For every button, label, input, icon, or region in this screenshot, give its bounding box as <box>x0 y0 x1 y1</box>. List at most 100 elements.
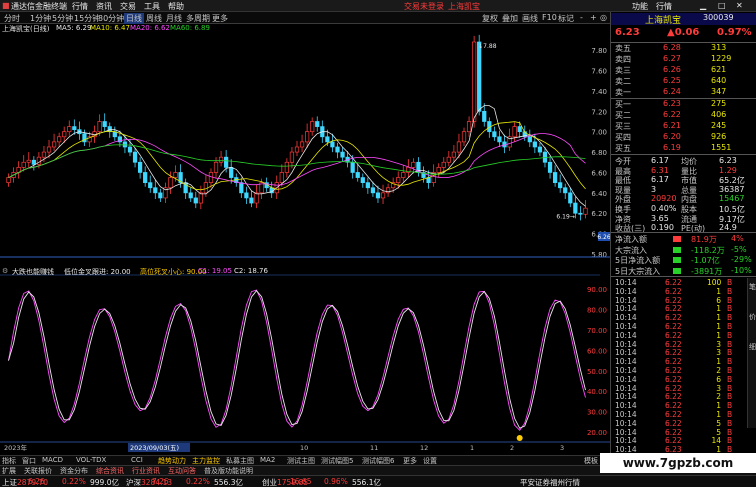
trade-login-status[interactable]: 交易未登录 <box>404 1 444 12</box>
flow-label: 5日大宗流入 <box>615 266 661 276</box>
close-icon[interactable]: ✕ <box>736 1 743 10</box>
menu-bangzhu[interactable]: 帮助 <box>168 1 184 12</box>
index-quote[interactable]: 0.22% <box>62 477 86 486</box>
menu-gongju[interactable]: 工具 <box>144 1 160 12</box>
candle-body <box>57 136 62 143</box>
bid-row[interactable]: 买一 6.23 275 <box>611 99 756 110</box>
tick-volume: 6 <box>716 295 721 305</box>
tick-row[interactable]: 10:14 6.22 1 B <box>611 313 756 322</box>
tick-side: B <box>727 348 733 358</box>
tick-row[interactable]: 10:14 6.22 1 B <box>611 331 756 340</box>
menu-zixun[interactable]: 资讯 <box>96 1 112 12</box>
period-week[interactable]: 周线 <box>146 13 162 24</box>
tick-volume: 5 <box>716 418 721 428</box>
stat-value: 1.29 <box>719 165 737 175</box>
index-quote[interactable]: 6.26 <box>28 477 45 486</box>
tick-row[interactable]: 10:14 6.22 2 B <box>611 392 756 401</box>
indicator-gear-icon[interactable]: ⚙ <box>2 267 8 275</box>
toolbar-biaoji[interactable]: 标记 <box>558 13 574 24</box>
quote-change: ▲0.06 <box>667 27 700 38</box>
tick-row[interactable]: 10:14 6.22 1 B <box>611 401 756 410</box>
period-day[interactable]: 日线 <box>124 13 144 24</box>
tick-row[interactable]: 10:14 6.22 100 B <box>611 278 756 287</box>
bid-row[interactable]: 买二 6.22 406 <box>611 110 756 121</box>
indicator-tab[interactable]: VOL-TDX <box>76 456 106 464</box>
book-volume: 1229 <box>711 54 732 63</box>
tick-row[interactable]: 10:14 6.22 3 B <box>611 384 756 393</box>
bid-row[interactable]: 买四 6.20 926 <box>611 132 756 143</box>
tick-row[interactable]: 10:14 6.22 1 B <box>611 357 756 366</box>
period-15min[interactable]: 15分钟 <box>74 13 100 24</box>
period-more[interactable]: 更多 <box>212 13 228 24</box>
index-quote[interactable]: 556.1亿 <box>352 477 381 487</box>
stat-value: 3.65 <box>651 213 669 223</box>
ask-row[interactable]: 卖五 6.28 313 <box>611 43 756 54</box>
indicator-tab[interactable]: MA2 <box>260 456 275 464</box>
period-fenshi[interactable]: 分时 <box>4 13 20 24</box>
tick-row[interactable]: 10:14 6.22 1 B <box>611 287 756 296</box>
ask-row[interactable]: 卖一 6.24 347 <box>611 87 756 98</box>
tab-jia[interactable]: 价 <box>748 312 756 322</box>
kline-chart[interactable]: ↓7.88 6.19→ 7.80 7.60 7.40 7.20 7.00 6.80 6.60 6… <box>0 34 610 455</box>
period-30min[interactable]: 30分钟 <box>98 13 124 24</box>
time-axis-label: 10 <box>300 444 308 452</box>
bid-row[interactable]: 买三 6.21 245 <box>611 121 756 132</box>
ask-row[interactable]: 卖四 6.27 1229 <box>611 54 756 65</box>
indicator-tab[interactable]: CCI <box>131 456 143 464</box>
menu-hangqing[interactable]: 行情 <box>72 1 88 12</box>
menu-jiaoyi[interactable]: 交易 <box>120 1 136 12</box>
tick-price: 6.22 <box>665 304 682 314</box>
indicator-header: ⚙ 大跌也能赚钱 低位金叉跟进: 20.00 高位死叉小心: 90.00 C1:… <box>2 267 502 277</box>
index-quote[interactable]: 16.65 <box>290 477 311 486</box>
index-quote[interactable]: 0.22% <box>186 477 210 486</box>
index-quote[interactable]: 556.3亿 <box>214 477 243 487</box>
candle-body <box>466 121 472 133</box>
tick-row[interactable]: 10:14 6.22 3 B <box>611 348 756 357</box>
tick-row[interactable]: 10:14 6.22 5 B <box>611 419 756 428</box>
tab-xi[interactable]: 细 <box>748 342 756 352</box>
tick-time: 10:14 <box>615 295 637 305</box>
toolbar-fuquan[interactable]: 复权 <box>482 13 498 24</box>
indicator-tab[interactable]: MACD <box>42 456 63 464</box>
period-1min[interactable]: 1分钟 <box>30 13 51 24</box>
ask-row[interactable]: 卖二 6.25 640 <box>611 76 756 87</box>
period-5min[interactable]: 5分钟 <box>52 13 73 24</box>
period-month[interactable]: 月线 <box>166 13 182 24</box>
tick-price: 6.22 <box>665 295 682 305</box>
minimize-icon[interactable]: ▁ <box>700 1 706 10</box>
time-axis-label: 3 <box>560 444 564 452</box>
index-quote[interactable]: 999.0亿 <box>90 477 119 487</box>
candle-body <box>299 141 305 148</box>
tick-row[interactable]: 10:14 6.22 1 B <box>611 304 756 313</box>
bid-row[interactable]: 买五 6.19 1551 <box>611 143 756 154</box>
tick-row[interactable]: 10:14 6.22 2 B <box>611 366 756 375</box>
tick-row[interactable]: 10:14 6.22 1 B <box>611 410 756 419</box>
zoom-in-icon[interactable]: + <box>590 13 597 22</box>
toolbar-view-icon[interactable]: ◎ <box>600 13 607 22</box>
toolbar-huaxian[interactable]: 画线 <box>522 13 538 24</box>
tick-row[interactable]: 10:14 6.22 6 B <box>611 375 756 384</box>
tick-row[interactable]: 10:14 6.22 6 B <box>611 296 756 305</box>
index-quote[interactable]: 7.26 <box>152 477 169 486</box>
ask-row[interactable]: 卖三 6.26 621 <box>611 65 756 76</box>
candle-body <box>158 192 163 199</box>
flow-row: 大宗流入 -118.2万 -5% <box>611 245 756 256</box>
toolbar-diejia[interactable]: 叠加 <box>502 13 518 24</box>
candle-body <box>224 156 229 168</box>
menu-hangqing-right[interactable]: 行情 <box>656 1 672 12</box>
candle-body <box>380 192 386 199</box>
index-quote[interactable]: 0.96% <box>324 477 348 486</box>
tick-row[interactable]: 10:14 6.22 5 B <box>611 428 756 437</box>
candle-body <box>365 182 370 189</box>
period-multi[interactable]: 多周期 <box>186 13 210 24</box>
tab-bi[interactable]: 笔 <box>748 282 756 292</box>
tick-row[interactable]: 10:14 6.22 14 B <box>611 436 756 445</box>
zoom-out-icon[interactable]: - <box>580 13 583 22</box>
maximize-icon[interactable]: □ <box>718 1 726 10</box>
tick-volume: 1 <box>716 401 721 411</box>
price-axis: 7.807.607.407.207.006.806.606.406.206.00… <box>0 47 610 276</box>
tick-row[interactable]: 10:14 6.22 1 B <box>611 322 756 331</box>
menu-gongneng[interactable]: 功能 <box>632 1 648 12</box>
toolbar-f10[interactable]: F10 <box>542 13 557 22</box>
tick-row[interactable]: 10:14 6.22 3 B <box>611 340 756 349</box>
